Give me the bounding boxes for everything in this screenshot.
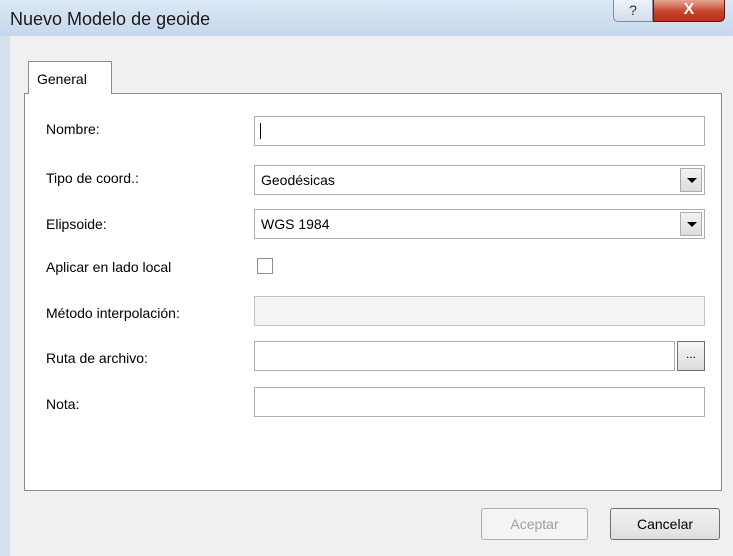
browse-button[interactable]: ... bbox=[677, 341, 705, 371]
nota-input[interactable] bbox=[254, 387, 705, 417]
nombre-label: Nombre: bbox=[46, 121, 100, 137]
title-bar: Nuevo Modelo de geoide ? X bbox=[0, 0, 733, 36]
window-title: Nuevo Modelo de geoide bbox=[10, 9, 211, 29]
aplicar-lado-local-label: Aplicar en lado local bbox=[46, 259, 172, 275]
nombre-input[interactable] bbox=[254, 116, 705, 146]
tipo-coord-label: Tipo de coord.: bbox=[46, 170, 139, 186]
tab-panel-general bbox=[24, 93, 722, 491]
help-button[interactable]: ? bbox=[613, 0, 653, 22]
tipo-coord-value: Geodésicas bbox=[261, 172, 335, 188]
text-caret bbox=[260, 123, 261, 139]
ruta-archivo-label: Ruta de archivo: bbox=[46, 350, 148, 366]
aplicar-lado-local-checkbox[interactable] bbox=[257, 258, 273, 274]
close-button[interactable]: X bbox=[653, 0, 725, 22]
cancel-button[interactable]: Cancelar bbox=[610, 508, 720, 540]
nota-label: Nota: bbox=[46, 396, 80, 412]
chevron-down-icon[interactable] bbox=[680, 212, 702, 236]
metodo-interpolacion-input bbox=[254, 296, 705, 326]
elipsoide-select[interactable]: WGS 1984 bbox=[254, 209, 705, 239]
ruta-archivo-input[interactable] bbox=[254, 341, 675, 371]
chevron-down-icon[interactable] bbox=[680, 168, 702, 192]
metodo-interpolacion-label: Método interpolación: bbox=[46, 305, 180, 321]
elipsoide-value: WGS 1984 bbox=[261, 216, 330, 232]
window-frame-edge bbox=[0, 36, 10, 556]
elipsoide-label: Elipsoide: bbox=[46, 216, 107, 232]
dialog-window: Nuevo Modelo de geoide ? X General Nombr… bbox=[0, 0, 733, 556]
accept-button[interactable]: Aceptar bbox=[481, 508, 588, 540]
tab-general[interactable]: General bbox=[28, 61, 112, 94]
tipo-coord-select[interactable]: Geodésicas bbox=[254, 165, 705, 195]
